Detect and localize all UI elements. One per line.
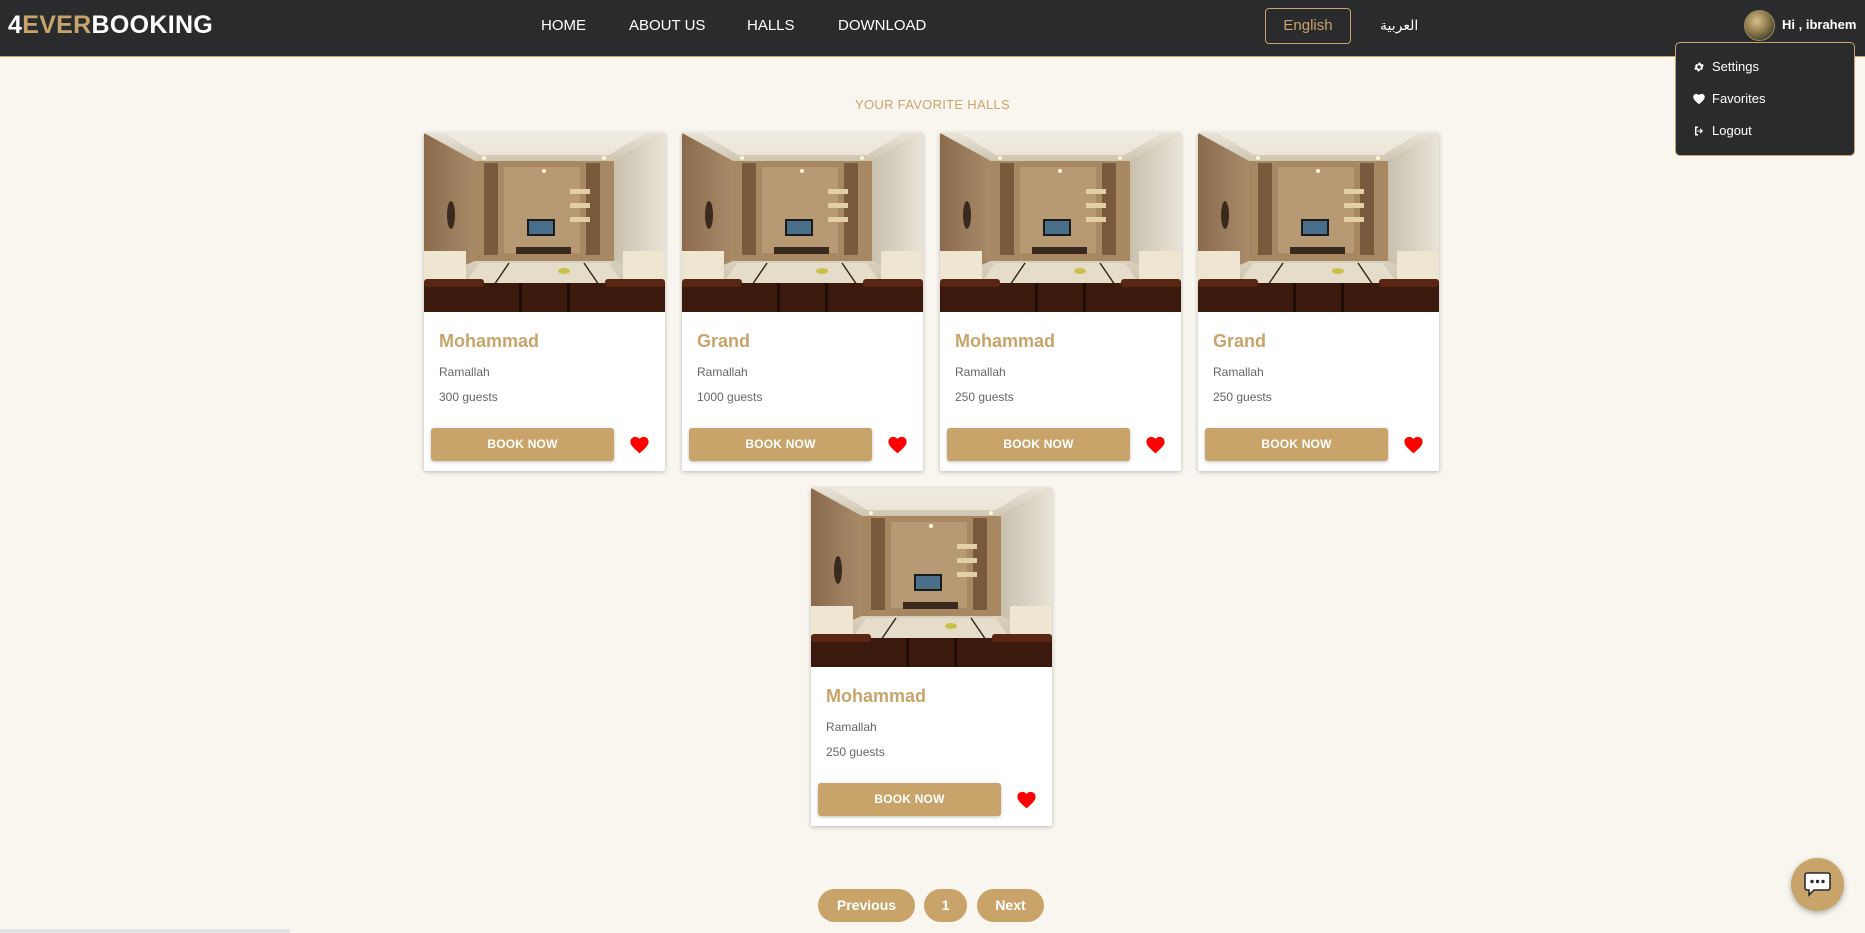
hall-card: Grand Ramallah 250 guests BOOK NOW [1198,133,1439,471]
book-now-button[interactable]: BOOK NOW [1205,428,1388,461]
book-now-button[interactable]: BOOK NOW [818,783,1001,816]
brand-logo-part2: EVER [22,11,92,39]
hall-card: Grand Ramallah 1000 guests BOOK NOW [682,133,923,471]
hall-card: Mohammad Ramallah 250 guests BOOK NOW [940,133,1181,471]
hall-city: Ramallah [1213,365,1264,379]
language-english-button[interactable]: English [1265,8,1351,44]
hall-card: Mohammad Ramallah 250 guests BOOK NOW [811,488,1052,826]
book-now-button[interactable]: BOOK NOW [689,428,872,461]
gear-icon [1694,62,1704,72]
nav-download-link[interactable]: DOWNLOAD [838,17,926,35]
nav-home-link[interactable]: HOME [541,17,586,35]
chat-button[interactable] [1791,858,1844,911]
brand-logo[interactable]: 4EVERBOOKING [8,10,213,40]
book-now-button[interactable]: BOOK NOW [431,428,614,461]
hall-name[interactable]: Mohammad [826,685,926,707]
hall-image[interactable] [424,133,665,312]
dropdown-item-label: Settings [1712,59,1759,74]
dropdown-item-settings[interactable]: Settings [1693,57,1759,77]
hall-image[interactable] [1198,133,1439,312]
hall-image[interactable] [811,488,1052,667]
language-arabic-link[interactable]: العربية [1380,17,1418,34]
top-navbar: 4EVERBOOKING HOME ABOUT US HALLS DOWNLOA… [0,0,1865,57]
favorite-heart-icon[interactable] [888,436,907,454]
hall-capacity: 250 guests [955,390,1014,404]
hall-city: Ramallah [955,365,1006,379]
hall-capacity: 250 guests [826,745,885,759]
favorite-heart-icon[interactable] [630,436,649,454]
avatar[interactable] [1744,10,1775,41]
hall-card: Mohammad Ramallah 300 guests BOOK NOW [424,133,665,471]
favorite-heart-icon[interactable] [1404,436,1423,454]
hall-capacity: 250 guests [1213,390,1272,404]
hall-city: Ramallah [697,365,748,379]
hall-image[interactable] [682,133,923,312]
hall-name[interactable]: Mohammad [955,330,1055,352]
chat-bubble-icon [1804,872,1831,897]
page-title: YOUR FAVORITE HALLS [855,97,1010,112]
hall-city: Ramallah [439,365,490,379]
book-now-button[interactable]: BOOK NOW [947,428,1130,461]
hall-name[interactable]: Grand [1213,330,1266,352]
hall-capacity: 1000 guests [697,390,763,404]
user-greeting[interactable]: Hi , ibrahem [1782,17,1856,33]
favorite-heart-icon[interactable] [1017,791,1036,809]
nav-halls-link[interactable]: HALLS [747,17,795,35]
favorite-heart-icon[interactable] [1146,436,1165,454]
nav-about-link[interactable]: ABOUT US [629,17,705,35]
pagination-next-button[interactable]: Next [977,889,1044,922]
pagination-page-1-button[interactable]: 1 [924,889,967,922]
brand-logo-part3: BOOKING [91,11,214,39]
dropdown-item-logout[interactable]: Logout [1693,121,1752,141]
hall-capacity: 300 guests [439,390,498,404]
pagination-previous-button[interactable]: Previous [818,889,915,922]
horizontal-scrollbar[interactable] [0,929,290,933]
hall-city: Ramallah [826,720,877,734]
brand-logo-part1: 4 [8,11,23,39]
hall-image[interactable] [940,133,1181,312]
logout-icon [1695,126,1703,136]
hall-name[interactable]: Grand [697,330,750,352]
dropdown-item-label: Logout [1712,123,1752,138]
hall-name[interactable]: Mohammad [439,330,539,352]
